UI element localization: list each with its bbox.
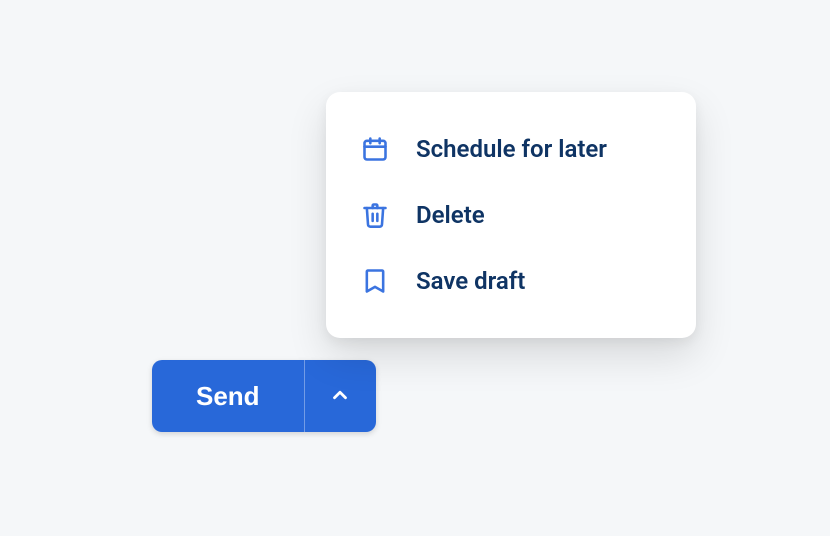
menu-item-delete[interactable]: Delete: [326, 182, 696, 248]
bookmark-icon: [360, 266, 390, 296]
trash-icon: [360, 200, 390, 230]
menu-item-label: Schedule for later: [416, 135, 607, 163]
menu-item-label: Save draft: [416, 267, 525, 295]
calendar-icon: [360, 134, 390, 164]
menu-item-save-draft[interactable]: Save draft: [326, 248, 696, 314]
send-options-menu: Schedule for later Delete Save draft: [326, 92, 696, 338]
send-split-button: Send: [152, 360, 376, 432]
send-options-toggle[interactable]: [304, 360, 376, 432]
chevron-up-icon: [329, 384, 351, 409]
menu-item-schedule[interactable]: Schedule for later: [326, 116, 696, 182]
send-button-label: Send: [196, 381, 260, 412]
send-button[interactable]: Send: [152, 360, 304, 432]
menu-item-label: Delete: [416, 201, 485, 229]
